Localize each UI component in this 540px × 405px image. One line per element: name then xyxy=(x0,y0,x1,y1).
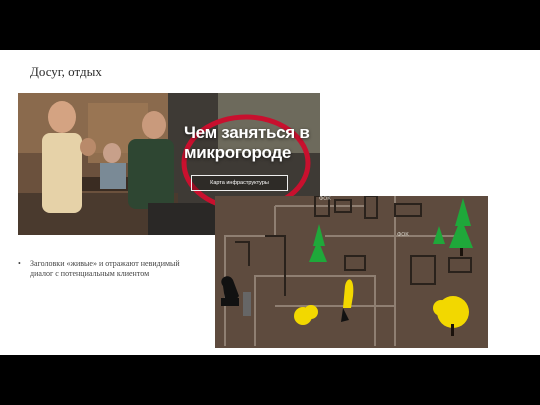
slide-title: Досуг, отдых xyxy=(30,64,102,79)
district-map: ФОК ФОК xyxy=(215,196,488,348)
district-map-illustration: ФОК ФОК xyxy=(215,196,488,348)
map-label-fok: ФОК xyxy=(319,196,331,202)
bullet-item: • Заголовки «живые» и отражают невидимый… xyxy=(18,259,198,279)
bullet-list: • Заголовки «живые» и отражают невидимый… xyxy=(18,259,198,279)
bullet-text: Заголовки «живые» и отражают невидимый д… xyxy=(30,259,180,278)
slide: Досуг, отдых Чем заняться в микрогороде … xyxy=(0,50,540,355)
bullet-icon: • xyxy=(18,259,21,268)
promo-headline: Чем заняться в микрогороде xyxy=(184,123,310,162)
infrastructure-map-button[interactable]: Карта инфраструктуры xyxy=(191,175,288,191)
map-label-fok: ФОК xyxy=(397,232,409,238)
